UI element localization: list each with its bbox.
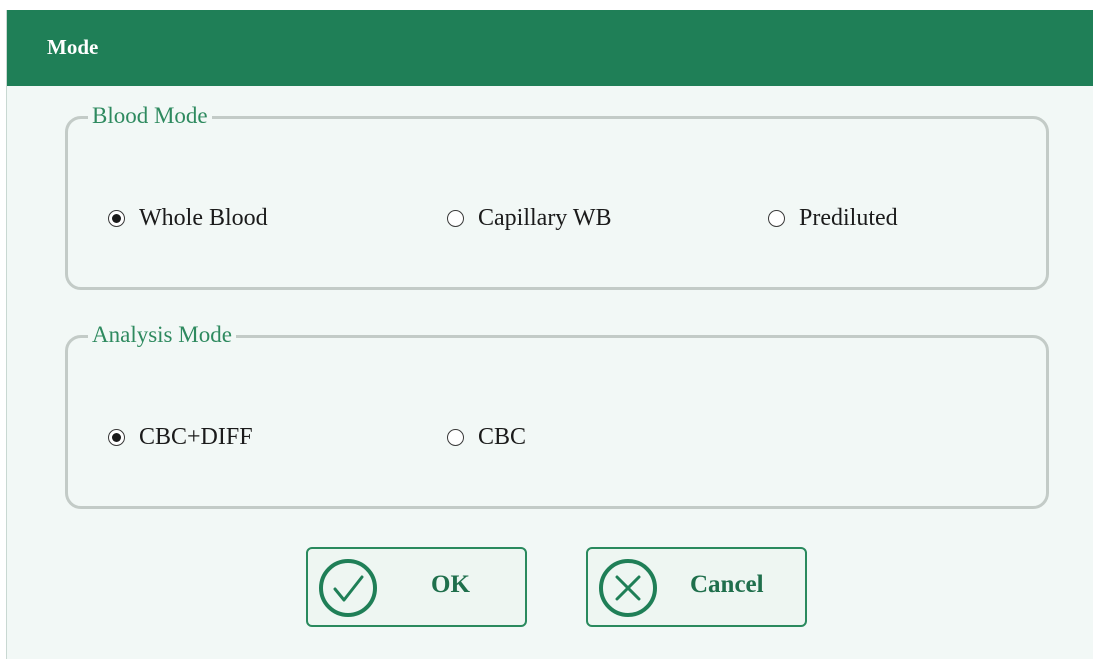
- cancel-button-label: Cancel: [690, 571, 764, 598]
- radio-cbc-diff[interactable]: CBC+DIFF: [108, 424, 253, 451]
- dialog-title: Mode: [47, 35, 99, 59]
- check-circle-icon: [319, 559, 377, 617]
- radio-label: Whole Blood: [139, 205, 268, 231]
- radio-selected-icon: [108, 429, 125, 446]
- radio-capillary-wb[interactable]: Capillary WB: [447, 205, 612, 232]
- analysis-mode-group: Analysis Mode CBC+DIFF CBC: [65, 321, 1049, 509]
- radio-label: CBC+DIFF: [139, 424, 253, 450]
- radio-cbc[interactable]: CBC: [447, 424, 526, 451]
- mode-dialog: Mode Blood Mode Whole Blood Capillary WB…: [6, 10, 1093, 659]
- radio-label: CBC: [478, 424, 527, 450]
- blood-mode-group: Blood Mode Whole Blood Capillary WB Pred…: [65, 102, 1049, 290]
- ok-button-label: OK: [431, 571, 470, 598]
- x-circle-icon: [599, 559, 657, 617]
- radio-unselected-icon: [447, 429, 464, 446]
- analysis-mode-legend: Analysis Mode: [88, 321, 236, 349]
- radio-label: Capillary WB: [478, 205, 612, 231]
- radio-selected-icon: [108, 210, 125, 227]
- radio-unselected-icon: [447, 210, 464, 227]
- radio-label: Prediluted: [799, 205, 898, 231]
- radio-unselected-icon: [768, 210, 785, 227]
- radio-prediluted[interactable]: Prediluted: [768, 205, 898, 232]
- blood-mode-legend: Blood Mode: [88, 102, 212, 130]
- radio-whole-blood[interactable]: Whole Blood: [108, 205, 268, 232]
- ok-button[interactable]: OK: [306, 547, 527, 627]
- title-bar: Mode: [7, 10, 1093, 86]
- cancel-button[interactable]: Cancel: [586, 547, 807, 627]
